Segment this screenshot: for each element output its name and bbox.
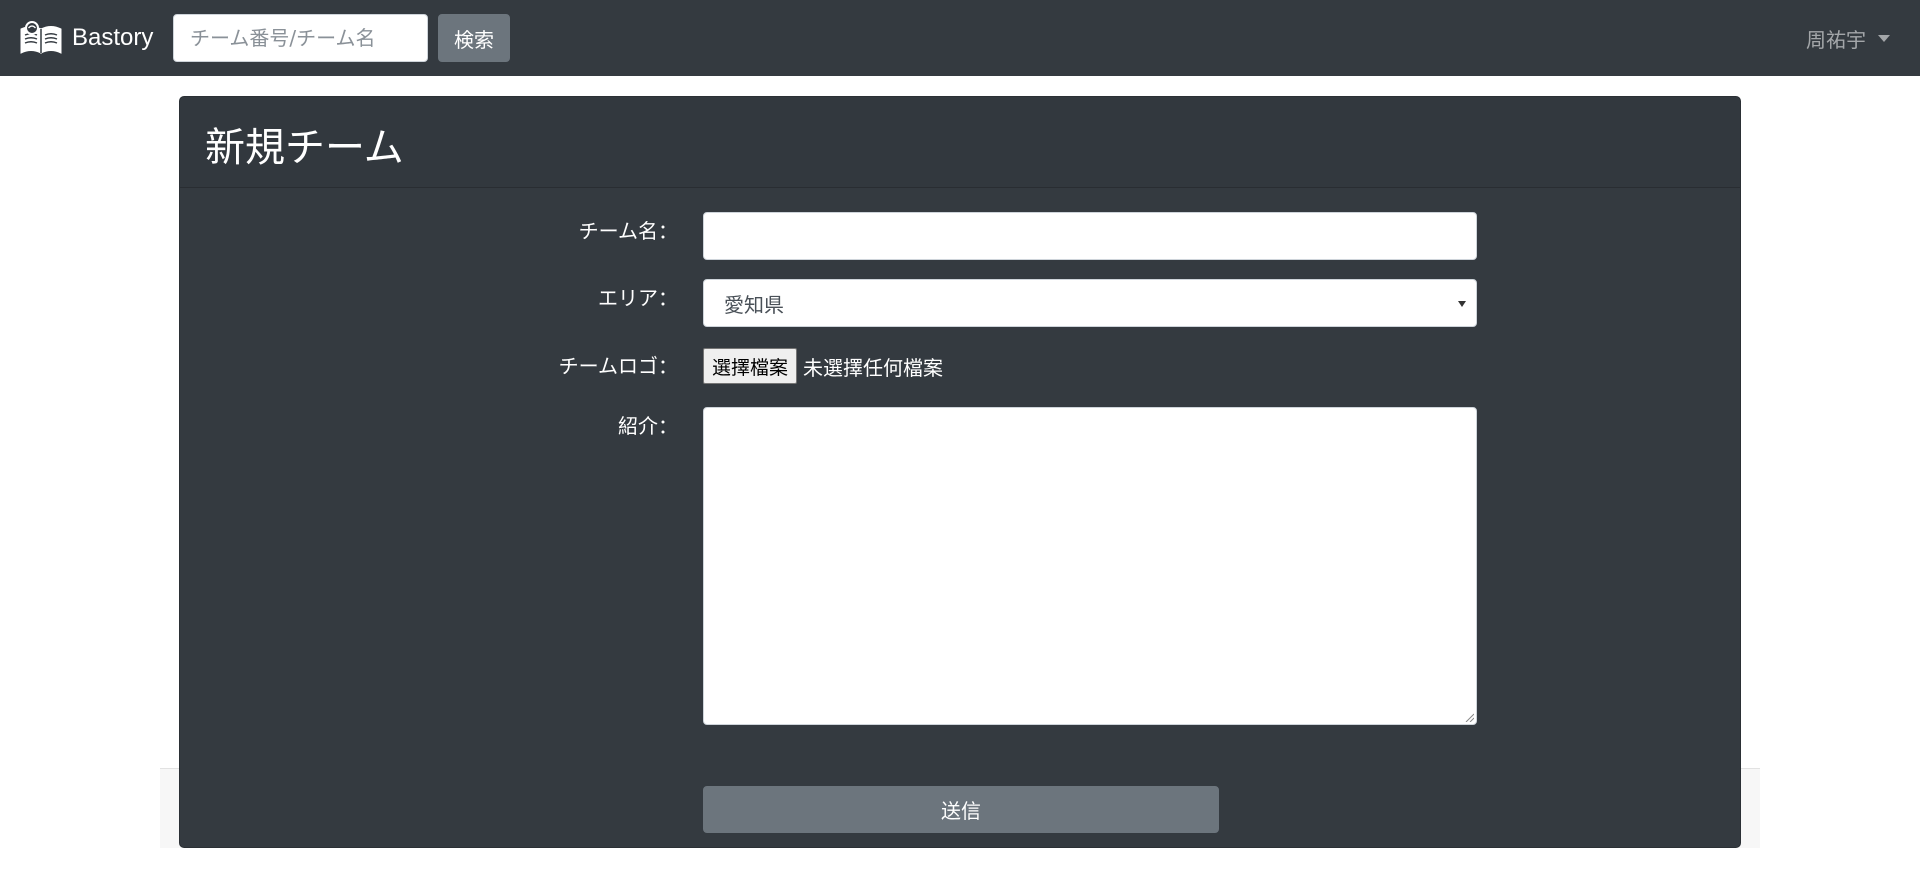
area-select[interactable]: 愛知県 xyxy=(703,279,1477,327)
page-title: 新規チーム xyxy=(205,125,404,171)
area-selected-value: 愛知県 xyxy=(724,292,784,317)
select-arrow-icon xyxy=(1458,301,1466,307)
caret-down-icon xyxy=(1878,34,1890,42)
team-name-label: チーム名： xyxy=(578,219,678,243)
choose-file-button[interactable]: 選擇檔案 xyxy=(703,348,798,384)
introduction-textarea[interactable] xyxy=(703,407,1477,725)
team-name-field[interactable] xyxy=(703,212,1477,260)
file-status-text: 未選擇任何檔案 xyxy=(803,355,944,380)
submit-button[interactable]: 送信 xyxy=(703,786,1219,833)
user-menu-dropdown[interactable]: 周祐宇 xyxy=(1806,24,1890,52)
open-book-logo-icon xyxy=(20,21,62,54)
top-navbar: Bastory 検索 周祐宇 xyxy=(0,0,1920,76)
brand-name: Bastory xyxy=(72,24,154,51)
resize-handle-icon[interactable] xyxy=(1464,712,1474,722)
search-button[interactable]: 検索 xyxy=(438,14,510,62)
card-header: 新規チーム xyxy=(180,97,1740,188)
introduction-label: 紹介： xyxy=(618,414,678,438)
team-logo-file-input: 選擇檔案 未選擇任何檔案 xyxy=(703,348,943,384)
new-team-card: 新規チーム チーム名： エリア： 愛知県 チームロゴ： 選擇檔案 未選擇任何檔案… xyxy=(179,96,1741,848)
user-name: 周祐宇 xyxy=(1806,27,1866,52)
area-label: エリア： xyxy=(598,286,678,310)
search-input[interactable] xyxy=(173,14,428,62)
brand-link[interactable]: Bastory xyxy=(18,18,153,58)
team-logo-label: チームロゴ： xyxy=(558,354,678,378)
